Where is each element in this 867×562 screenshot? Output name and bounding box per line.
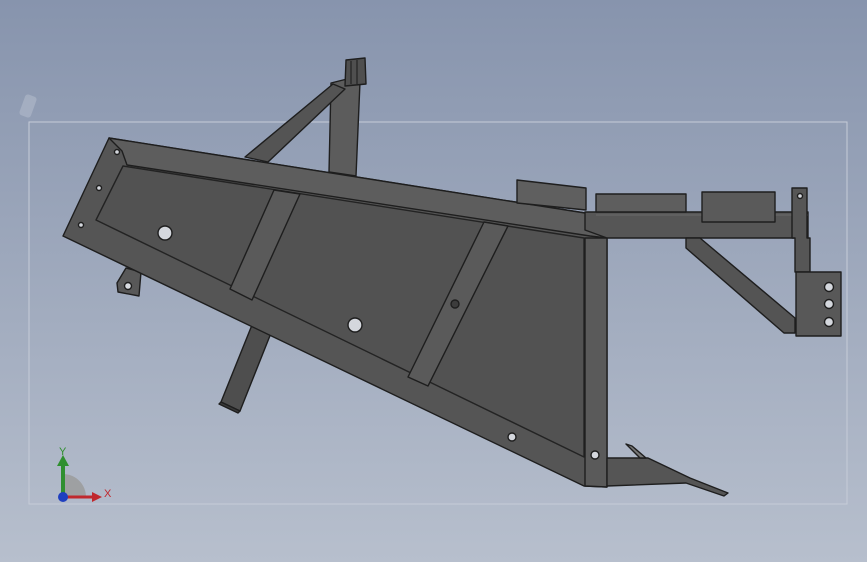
x-axis-arrowhead <box>92 492 102 502</box>
mount-hole <box>823 316 835 328</box>
panel-hole <box>77 221 85 229</box>
bottom-bracket <box>606 457 729 497</box>
x-axis-label: X <box>104 488 112 500</box>
watermark-logo <box>19 94 37 118</box>
rear-mount-plate <box>795 271 842 337</box>
panel-hole <box>347 317 363 333</box>
y-axis-label: Y <box>59 446 67 458</box>
rear-brace <box>685 237 796 334</box>
rear-post <box>791 187 811 273</box>
bottom-bracket-hook <box>625 443 647 459</box>
z-axis-dot <box>58 492 68 502</box>
rear-beam-block-2 <box>701 191 776 223</box>
coordinate-triad: Y X <box>57 446 112 502</box>
panel-hole <box>450 299 460 309</box>
rear-vertical-tube <box>584 237 608 488</box>
panel-hole <box>590 450 600 460</box>
rear-beam-block-1 <box>595 193 687 213</box>
panel-hole <box>95 184 103 192</box>
mount-hole <box>823 281 835 293</box>
upright-tube-top-block <box>344 57 367 87</box>
panel-hole <box>507 432 517 442</box>
graphics-viewport[interactable]: Y X <box>0 0 867 562</box>
model-part[interactable] <box>62 57 842 497</box>
panel-hole <box>113 148 121 156</box>
mount-hole <box>823 298 835 310</box>
panel-hole <box>157 225 173 241</box>
